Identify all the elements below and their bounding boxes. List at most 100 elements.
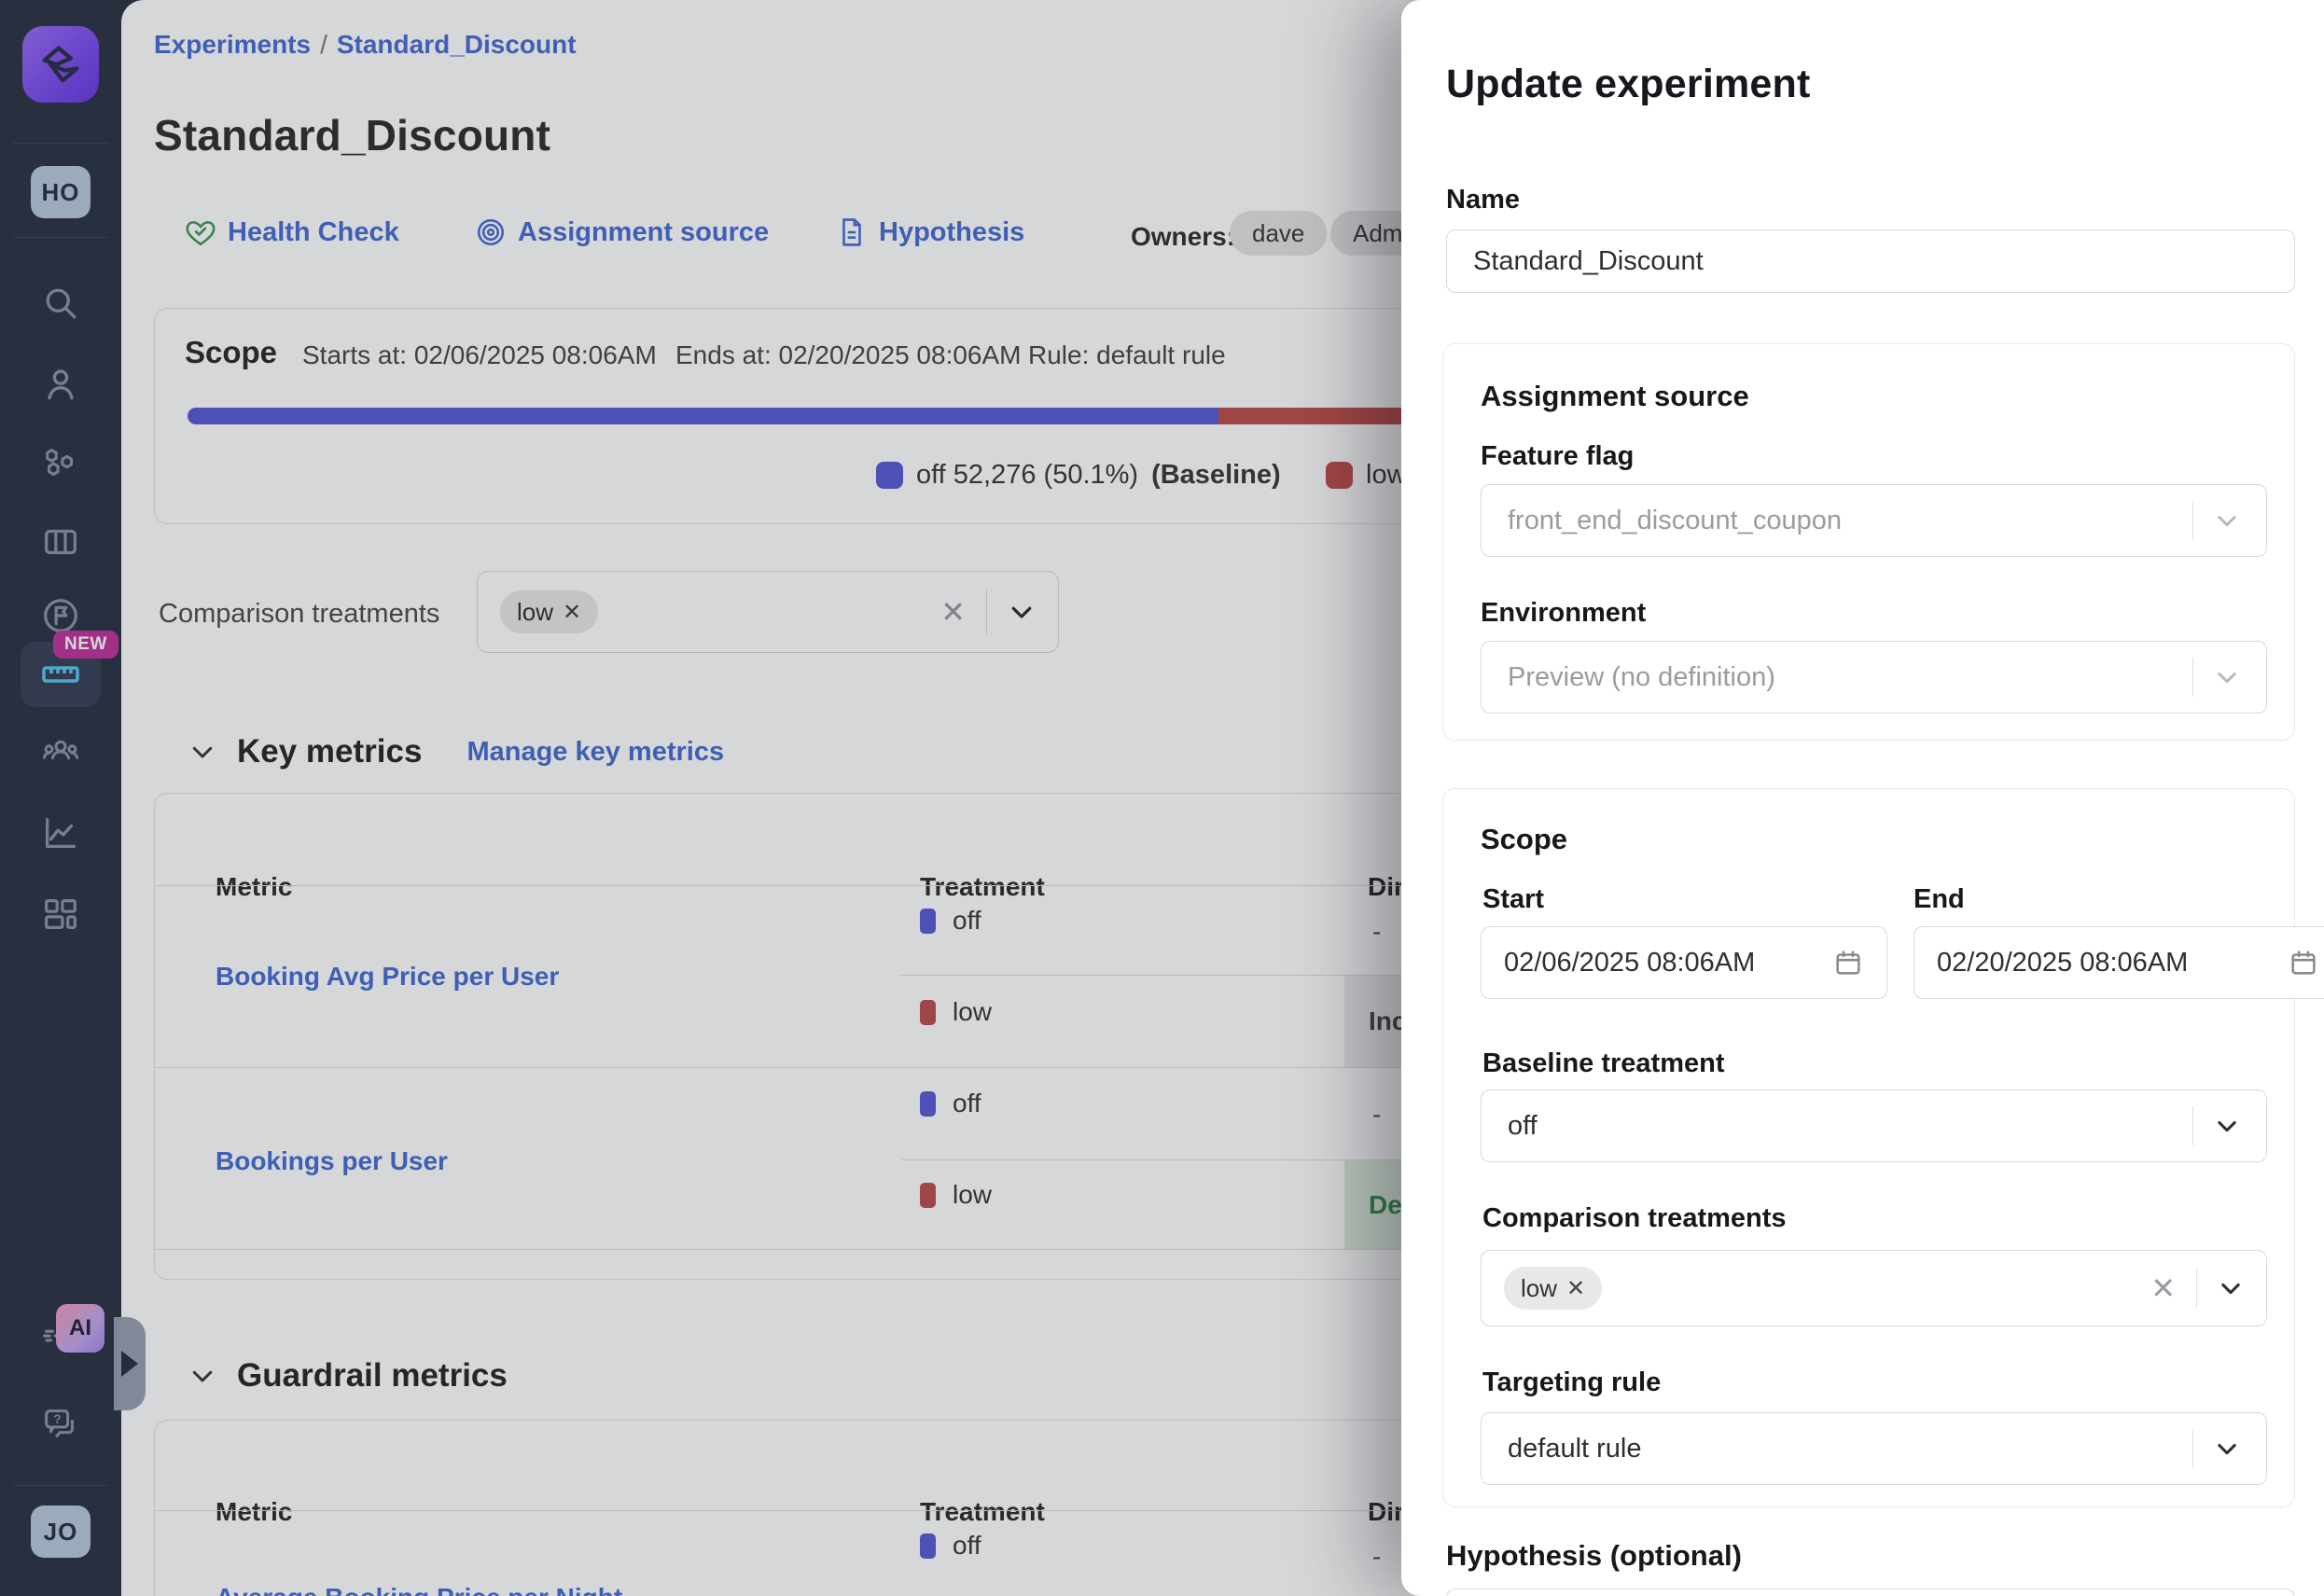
guardrail-metrics-title: Guardrail metrics (237, 1357, 508, 1395)
start-label: Start (1482, 884, 1544, 915)
metric-link-bookings-per-user[interactable]: Bookings per User (216, 1146, 448, 1176)
targeting-rule-label: Targeting rule (1482, 1367, 1661, 1398)
user-avatar[interactable]: JO (31, 1506, 90, 1558)
collapse-chevron-icon[interactable] (188, 738, 216, 766)
sidebar-expand-handle[interactable] (114, 1317, 146, 1410)
comparison-chip-low[interactable]: low ✕ (500, 590, 598, 633)
app-logo[interactable] (22, 26, 99, 103)
assignment-source-card: Assignment source Feature flag front_end… (1442, 343, 2295, 741)
name-input[interactable]: Standard_Discount (1446, 229, 2295, 293)
sidebar-item-flags[interactable] (31, 512, 90, 572)
search-icon (40, 283, 81, 324)
scope-title: Scope (1481, 823, 1567, 856)
hypothesis-input[interactable] (1446, 1589, 2295, 1596)
hypothesis-link[interactable]: Hypothesis (836, 216, 1024, 248)
environment-label: Environment (1481, 598, 1646, 629)
hexagons-icon (39, 442, 82, 485)
chevron-down-icon (2214, 1113, 2240, 1139)
chevron-down-icon (2214, 664, 2240, 690)
scope-starts-at: Starts at: 02/06/2025 08:06AM (302, 340, 657, 370)
comparison-treatments-select[interactable]: low ✕ ✕ (477, 571, 1059, 653)
comparison-treatments-label: Comparison treatments (159, 599, 439, 630)
comparison-treatments-select[interactable]: low ✕ ✕ (1481, 1250, 2267, 1326)
org-avatar[interactable]: HO (31, 166, 90, 218)
sidebar-item-search[interactable] (31, 273, 90, 333)
col-treatment: Treatment (920, 1497, 1045, 1527)
legend-off: off 52,276 (50.1%) (Baseline) (876, 460, 1281, 491)
hypothesis-label: Hypothesis (879, 217, 1024, 248)
end-label: End (1913, 884, 1965, 915)
legend-off-baseline: (Baseline) (1151, 460, 1281, 491)
feature-flag-select[interactable]: front_end_discount_coupon (1481, 484, 2267, 557)
treatment-off-swatch (920, 909, 936, 934)
split-bar-off-segment (188, 408, 1218, 424)
assignment-source-title: Assignment source (1481, 380, 1749, 413)
col-metric: Metric (216, 872, 292, 902)
sidebar-item-users[interactable] (31, 354, 90, 414)
assignment-source-link[interactable]: Assignment source (475, 216, 769, 248)
calendar-icon[interactable] (2288, 947, 2319, 978)
page-title: Standard_Discount (154, 110, 550, 160)
assignment-source-label: Assignment source (518, 217, 769, 248)
app-root: Experiments / Standard_Discount Standard… (0, 0, 2324, 1596)
select-divider (986, 590, 987, 634)
sidebar-item-help[interactable]: ? (31, 1395, 90, 1454)
select-clear-icon[interactable]: ✕ (2150, 1270, 2176, 1306)
chevron-down-icon[interactable] (1008, 598, 1036, 626)
new-badge: NEW (53, 631, 118, 659)
treatment-low-label: low (953, 997, 992, 1027)
document-icon (836, 216, 868, 248)
breadcrumb-experiments[interactable]: Experiments (154, 30, 311, 60)
treatment-off-swatch (920, 1091, 936, 1117)
ai-badge: AI (56, 1304, 104, 1353)
guardrail-metrics-header: Guardrail metrics (188, 1357, 508, 1395)
metric-link-guardrail[interactable]: Average Booking Price per Night (216, 1583, 622, 1596)
manage-key-metrics-link[interactable]: Manage key metrics (466, 737, 724, 768)
start-date-input[interactable]: 02/06/2025 08:06AM (1481, 926, 1887, 999)
feature-flag-value: front_end_discount_coupon (1508, 506, 1842, 536)
sidebar-item-segments[interactable] (31, 434, 90, 493)
breadcrumb-separator: / (320, 30, 327, 60)
calendar-icon[interactable] (1832, 947, 1864, 978)
columns-icon (39, 520, 82, 563)
feature-flag-label: Feature flag (1481, 441, 1634, 472)
legend-low-text: low (1366, 460, 1407, 491)
chip-remove-icon[interactable]: ✕ (563, 599, 581, 626)
environment-select[interactable]: Preview (no definition) (1481, 641, 2267, 714)
chip-remove-icon[interactable]: ✕ (1566, 1275, 1585, 1302)
help-chat-icon: ? (39, 1403, 82, 1446)
ruler-icon (38, 652, 83, 697)
end-date-input[interactable]: 02/20/2025 08:06AM (1913, 926, 2324, 999)
name-input-value: Standard_Discount (1473, 246, 1704, 277)
people-group-icon (39, 730, 82, 773)
comparison-treatments-label: Comparison treatments (1482, 1203, 1787, 1234)
select-clear-icon[interactable]: ✕ (940, 594, 966, 630)
health-check-label: Health Check (228, 217, 399, 248)
collapse-chevron-icon[interactable] (188, 1362, 216, 1390)
targeting-rule-value: default rule (1508, 1434, 1642, 1464)
metric-link-booking-avg-price[interactable]: Booking Avg Price per User (216, 962, 559, 992)
sidebar-item-analytics[interactable] (31, 803, 90, 863)
key-metrics-title: Key metrics (237, 733, 422, 770)
targeting-rule-select[interactable]: default rule (1481, 1412, 2267, 1485)
hypothesis-optional-label: Hypothesis (optional) (1446, 1539, 1742, 1573)
owners-label: Owners: (1131, 222, 1235, 252)
end-date-value: 02/20/2025 08:06AM (1937, 948, 2188, 978)
start-date-value: 02/06/2025 08:06AM (1504, 948, 1755, 978)
treatment-low-swatch (920, 1000, 936, 1025)
environment-value: Preview (no definition) (1508, 662, 1775, 693)
treatment-off-label: off (953, 1531, 981, 1561)
treatment-off-label: off (953, 1089, 981, 1118)
logo-mark-icon (36, 40, 85, 89)
owner-pill-dave[interactable]: dave (1230, 211, 1327, 256)
health-check-link[interactable]: Health Check (185, 216, 399, 248)
name-label: Name (1446, 185, 1520, 215)
breadcrumb-current[interactable]: Standard_Discount (337, 30, 577, 60)
baseline-treatment-select[interactable]: off (1481, 1089, 2267, 1162)
sidebar-item-audiences[interactable] (31, 722, 90, 782)
table-row: off (920, 1089, 981, 1118)
comparison-chip-low[interactable]: low ✕ (1504, 1267, 1602, 1310)
health-check-heart-icon (185, 216, 216, 248)
key-metrics-header: Key metrics Manage key metrics (188, 733, 724, 770)
sidebar-item-dashboards[interactable] (31, 884, 90, 944)
